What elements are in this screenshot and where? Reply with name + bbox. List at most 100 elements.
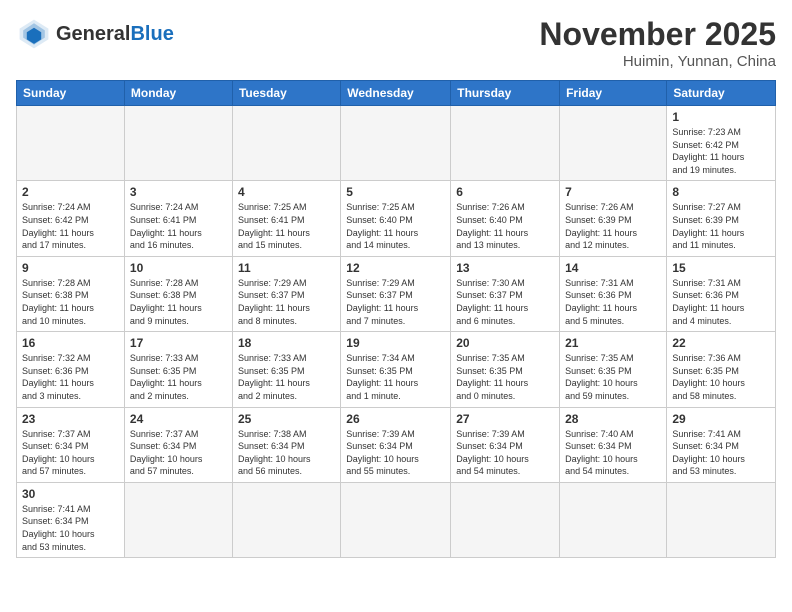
- calendar-cell: [451, 106, 560, 181]
- day-number: 26: [346, 412, 445, 426]
- calendar-cell: 12 Sunrise: 7:29 AM Sunset: 6:37 PM Dayli…: [341, 256, 451, 331]
- day-number: 6: [456, 185, 554, 199]
- day-number: 14: [565, 261, 661, 275]
- calendar-cell: 21Sunrise: 7:35 AM Sunset: 6:35 PM Dayli…: [560, 332, 667, 407]
- day-number: 4: [238, 185, 335, 199]
- calendar-cell: 15 Sunrise: 7:31 AM Sunset: 6:36 PM Dayli…: [667, 256, 776, 331]
- day-info: Sunrise: 7:33 AM Sunset: 6:35 PM Dayligh…: [238, 352, 335, 402]
- day-info: Sunrise: 7:41 AM Sunset: 6:34 PM Dayligh…: [22, 503, 119, 553]
- calendar-cell: 8Sunrise: 7:27 AM Sunset: 6:39 PM Daylig…: [667, 181, 776, 256]
- day-number: 18: [238, 336, 335, 350]
- calendar-cell: [560, 482, 667, 557]
- week-row: 9 Sunrise: 7:28 AM Sunset: 6:38 PM Daylig…: [17, 256, 776, 331]
- day-info: Sunrise: 7:40 AM Sunset: 6:34 PM Dayligh…: [565, 428, 661, 478]
- weekday-header: Sunday: [17, 81, 125, 106]
- calendar-cell: 18 Sunrise: 7:33 AM Sunset: 6:35 PM Dayli…: [232, 332, 340, 407]
- weekday-header: Thursday: [451, 81, 560, 106]
- day-info: Sunrise: 7:30 AM Sunset: 6:37 PM Dayligh…: [456, 277, 554, 327]
- day-info: Sunrise: 7:26 AM Sunset: 6:40 PM Dayligh…: [456, 201, 554, 251]
- weekday-header: Saturday: [667, 81, 776, 106]
- day-number: 29: [672, 412, 770, 426]
- day-info: Sunrise: 7:25 AM Sunset: 6:41 PM Dayligh…: [238, 201, 335, 251]
- day-info: Sunrise: 7:39 AM Sunset: 6:34 PM Dayligh…: [456, 428, 554, 478]
- logo-icon: [16, 16, 52, 52]
- calendar-cell: [17, 106, 125, 181]
- week-row: 30 Sunrise: 7:41 AM Sunset: 6:34 PM Dayli…: [17, 482, 776, 557]
- day-number: 19: [346, 336, 445, 350]
- calendar-cell: [341, 482, 451, 557]
- calendar-cell: 24 Sunrise: 7:37 AM Sunset: 6:34 PM Dayli…: [124, 407, 232, 482]
- day-number: 28: [565, 412, 661, 426]
- calendar-cell: 5 Sunrise: 7:25 AM Sunset: 6:40 PM Daylig…: [341, 181, 451, 256]
- day-number: 7: [565, 185, 661, 199]
- logo-text: GeneralBlue: [56, 23, 174, 45]
- calendar-cell: 14 Sunrise: 7:31 AM Sunset: 6:36 PM Dayli…: [560, 256, 667, 331]
- day-info: Sunrise: 7:37 AM Sunset: 6:34 PM Dayligh…: [130, 428, 227, 478]
- day-info: Sunrise: 7:35 AM Sunset: 6:35 PM Dayligh…: [565, 352, 661, 402]
- weekday-header: Tuesday: [232, 81, 340, 106]
- calendar-header-row: SundayMondayTuesdayWednesdayThursdayFrid…: [17, 81, 776, 106]
- calendar-cell: 17Sunrise: 7:33 AM Sunset: 6:35 PM Dayli…: [124, 332, 232, 407]
- weekday-header: Friday: [560, 81, 667, 106]
- day-info: Sunrise: 7:25 AM Sunset: 6:40 PM Dayligh…: [346, 201, 445, 251]
- calendar-cell: 25Sunrise: 7:38 AM Sunset: 6:34 PM Dayli…: [232, 407, 340, 482]
- calendar-cell: 30 Sunrise: 7:41 AM Sunset: 6:34 PM Dayli…: [17, 482, 125, 557]
- day-info: Sunrise: 7:33 AM Sunset: 6:35 PM Dayligh…: [130, 352, 227, 402]
- calendar-cell: 10 Sunrise: 7:28 AM Sunset: 6:38 PM Dayli…: [124, 256, 232, 331]
- day-info: Sunrise: 7:35 AM Sunset: 6:35 PM Dayligh…: [456, 352, 554, 402]
- calendar-cell: 1 Sunrise: 7:23 AM Sunset: 6:42 PM Daylig…: [667, 106, 776, 181]
- calendar-cell: 3 Sunrise: 7:24 AM Sunset: 6:41 PM Daylig…: [124, 181, 232, 256]
- day-info: Sunrise: 7:36 AM Sunset: 6:35 PM Dayligh…: [672, 352, 770, 402]
- day-info: Sunrise: 7:38 AM Sunset: 6:34 PM Dayligh…: [238, 428, 335, 478]
- logo: GeneralBlue: [16, 16, 174, 52]
- week-row: 16Sunrise: 7:32 AM Sunset: 6:36 PM Dayli…: [17, 332, 776, 407]
- calendar-cell: 13 Sunrise: 7:30 AM Sunset: 6:37 PM Dayli…: [451, 256, 560, 331]
- day-info: Sunrise: 7:24 AM Sunset: 6:42 PM Dayligh…: [22, 201, 119, 251]
- calendar-cell: 22Sunrise: 7:36 AM Sunset: 6:35 PM Dayli…: [667, 332, 776, 407]
- calendar-cell: [560, 106, 667, 181]
- week-row: 23 Sunrise: 7:37 AM Sunset: 6:34 PM Dayli…: [17, 407, 776, 482]
- day-number: 13: [456, 261, 554, 275]
- day-info: Sunrise: 7:29 AM Sunset: 6:37 PM Dayligh…: [346, 277, 445, 327]
- day-info: Sunrise: 7:31 AM Sunset: 6:36 PM Dayligh…: [565, 277, 661, 327]
- day-info: Sunrise: 7:29 AM Sunset: 6:37 PM Dayligh…: [238, 277, 335, 327]
- calendar-cell: 2 Sunrise: 7:24 AM Sunset: 6:42 PM Daylig…: [17, 181, 125, 256]
- day-info: Sunrise: 7:28 AM Sunset: 6:38 PM Dayligh…: [130, 277, 227, 327]
- calendar-cell: [124, 106, 232, 181]
- calendar-cell: [451, 482, 560, 557]
- day-number: 15: [672, 261, 770, 275]
- day-number: 1: [672, 110, 770, 124]
- day-number: 23: [22, 412, 119, 426]
- calendar-cell: 29Sunrise: 7:41 AM Sunset: 6:34 PM Dayli…: [667, 407, 776, 482]
- calendar-cell: [341, 106, 451, 181]
- day-number: 30: [22, 487, 119, 501]
- day-info: Sunrise: 7:34 AM Sunset: 6:35 PM Dayligh…: [346, 352, 445, 402]
- day-number: 20: [456, 336, 554, 350]
- day-info: Sunrise: 7:31 AM Sunset: 6:36 PM Dayligh…: [672, 277, 770, 327]
- day-info: Sunrise: 7:23 AM Sunset: 6:42 PM Dayligh…: [672, 126, 770, 176]
- calendar-cell: 11 Sunrise: 7:29 AM Sunset: 6:37 PM Dayli…: [232, 256, 340, 331]
- calendar-cell: 6 Sunrise: 7:26 AM Sunset: 6:40 PM Daylig…: [451, 181, 560, 256]
- calendar-cell: 26Sunrise: 7:39 AM Sunset: 6:34 PM Dayli…: [341, 407, 451, 482]
- calendar-cell: 4 Sunrise: 7:25 AM Sunset: 6:41 PM Daylig…: [232, 181, 340, 256]
- calendar-cell: [667, 482, 776, 557]
- day-info: Sunrise: 7:24 AM Sunset: 6:41 PM Dayligh…: [130, 201, 227, 251]
- day-info: Sunrise: 7:37 AM Sunset: 6:34 PM Dayligh…: [22, 428, 119, 478]
- day-number: 3: [130, 185, 227, 199]
- week-row: 1 Sunrise: 7:23 AM Sunset: 6:42 PM Daylig…: [17, 106, 776, 181]
- day-number: 8: [672, 185, 770, 199]
- calendar-cell: 28 Sunrise: 7:40 AM Sunset: 6:34 PM Dayli…: [560, 407, 667, 482]
- page-subtitle: Huimin, Yunnan, China: [539, 53, 776, 70]
- day-number: 2: [22, 185, 119, 199]
- calendar-cell: [124, 482, 232, 557]
- day-number: 16: [22, 336, 119, 350]
- day-number: 10: [130, 261, 227, 275]
- day-number: 11: [238, 261, 335, 275]
- title-block: November 2025 Huimin, Yunnan, China: [539, 16, 776, 70]
- day-number: 24: [130, 412, 227, 426]
- day-number: 9: [22, 261, 119, 275]
- day-info: Sunrise: 7:26 AM Sunset: 6:39 PM Dayligh…: [565, 201, 661, 251]
- day-number: 5: [346, 185, 445, 199]
- day-number: 12: [346, 261, 445, 275]
- calendar-cell: [232, 482, 340, 557]
